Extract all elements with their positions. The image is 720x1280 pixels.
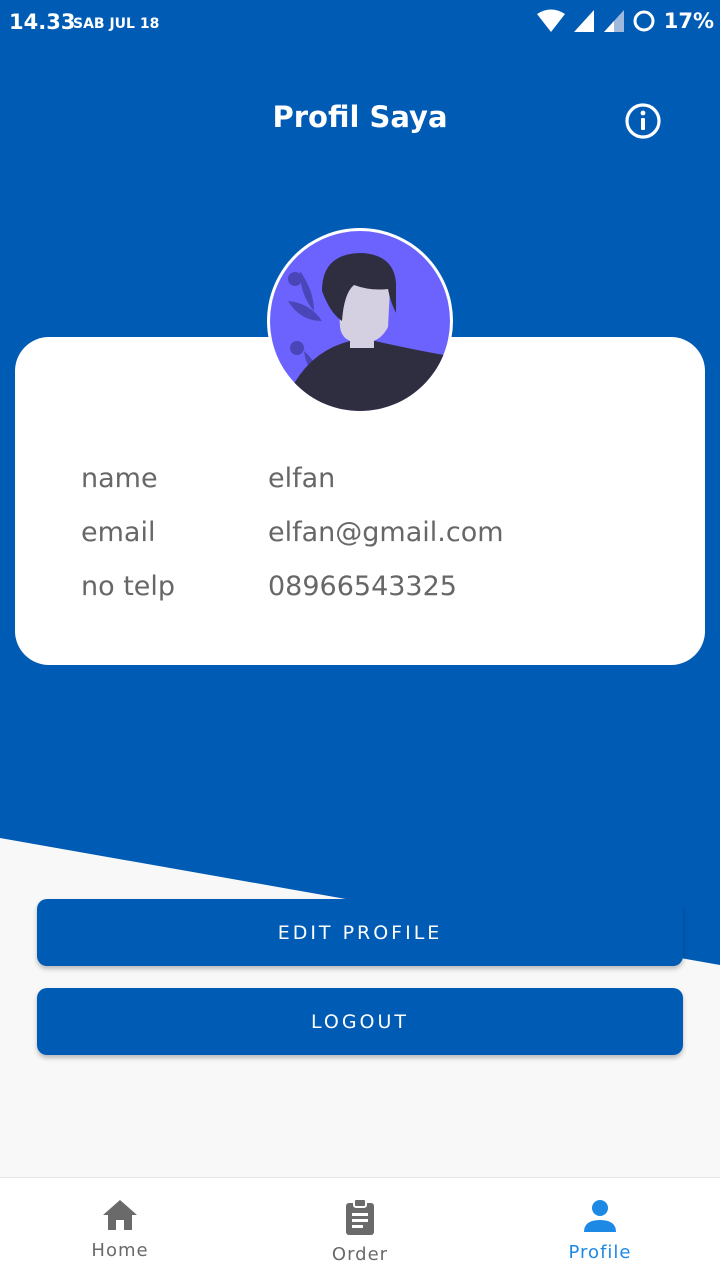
bottom-navigation: Home Order Profile xyxy=(0,1177,720,1280)
signal-icon xyxy=(573,10,594,32)
nav-item-order[interactable]: Order xyxy=(240,1178,480,1280)
phone-value: 08966543325 xyxy=(268,571,457,602)
logout-button[interactable]: LOGOUT xyxy=(37,988,683,1055)
info-icon xyxy=(625,103,661,139)
home-icon xyxy=(103,1200,137,1230)
nav-label-profile: Profile xyxy=(568,1242,632,1263)
status-time: 14.33 xyxy=(9,10,76,34)
nav-item-home[interactable]: Home xyxy=(0,1178,240,1280)
page-title: Profil Saya xyxy=(272,100,448,134)
avatar xyxy=(267,228,453,414)
nav-label-order: Order xyxy=(331,1244,389,1265)
battery-percent: 17% xyxy=(663,9,714,33)
user-avatar-illustration xyxy=(270,231,450,411)
battery-charging-icon xyxy=(633,10,655,32)
status-bar: 14.33 SAB JUL 18 17% xyxy=(0,0,720,48)
email-label: email xyxy=(81,517,156,548)
nav-item-profile[interactable]: Profile xyxy=(480,1178,720,1280)
clipboard-icon xyxy=(346,1198,374,1235)
name-label: name xyxy=(81,463,158,494)
status-icons: 17% xyxy=(536,8,714,34)
profile-row-phone: no telp 08966543325 xyxy=(81,571,457,602)
nav-label-home: Home xyxy=(91,1240,149,1261)
profile-row-email: email elfan@gmail.com xyxy=(81,517,504,548)
info-button[interactable] xyxy=(623,101,663,141)
phone-label: no telp xyxy=(81,571,176,602)
name-value: elfan xyxy=(268,463,336,494)
email-value: elfan@gmail.com xyxy=(268,517,504,548)
status-date: SAB JUL 18 xyxy=(73,16,160,32)
profile-row-name: name elfan xyxy=(81,463,335,494)
wifi-icon xyxy=(536,9,565,32)
signal-weak-icon xyxy=(603,10,624,32)
edit-profile-button[interactable]: EDIT PROFILE xyxy=(37,899,683,966)
person-icon xyxy=(584,1200,616,1232)
